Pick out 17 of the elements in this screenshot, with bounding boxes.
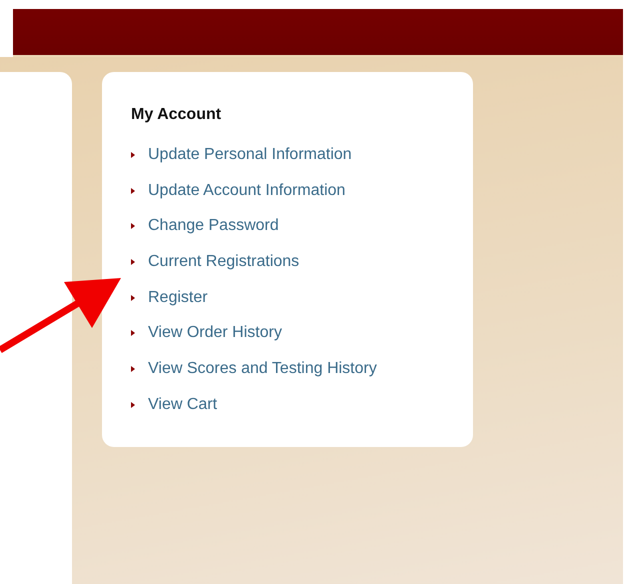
menu-link[interactable]: Current Registrations — [148, 252, 300, 271]
bullet-icon — [131, 330, 135, 336]
bullet-icon — [131, 223, 135, 230]
menu-link[interactable]: Change Password — [148, 217, 279, 236]
menu-link[interactable]: View Order History — [148, 324, 282, 342]
menu-link[interactable]: Register — [148, 288, 208, 307]
bullet-icon — [131, 258, 135, 265]
bullet-icon — [131, 152, 135, 158]
bullet-icon — [131, 188, 135, 194]
menu-link[interactable]: Update Account Information — [148, 182, 346, 200]
bullet-icon — [131, 294, 135, 301]
menu-link[interactable]: View Scores and Testing History — [148, 360, 377, 378]
bullet-icon — [131, 366, 135, 372]
card-title: My Account — [131, 106, 222, 124]
bullet-icon — [131, 402, 135, 408]
menu-link[interactable]: Update Personal Information — [148, 146, 352, 164]
menu-link[interactable]: View Cart — [148, 396, 218, 414]
